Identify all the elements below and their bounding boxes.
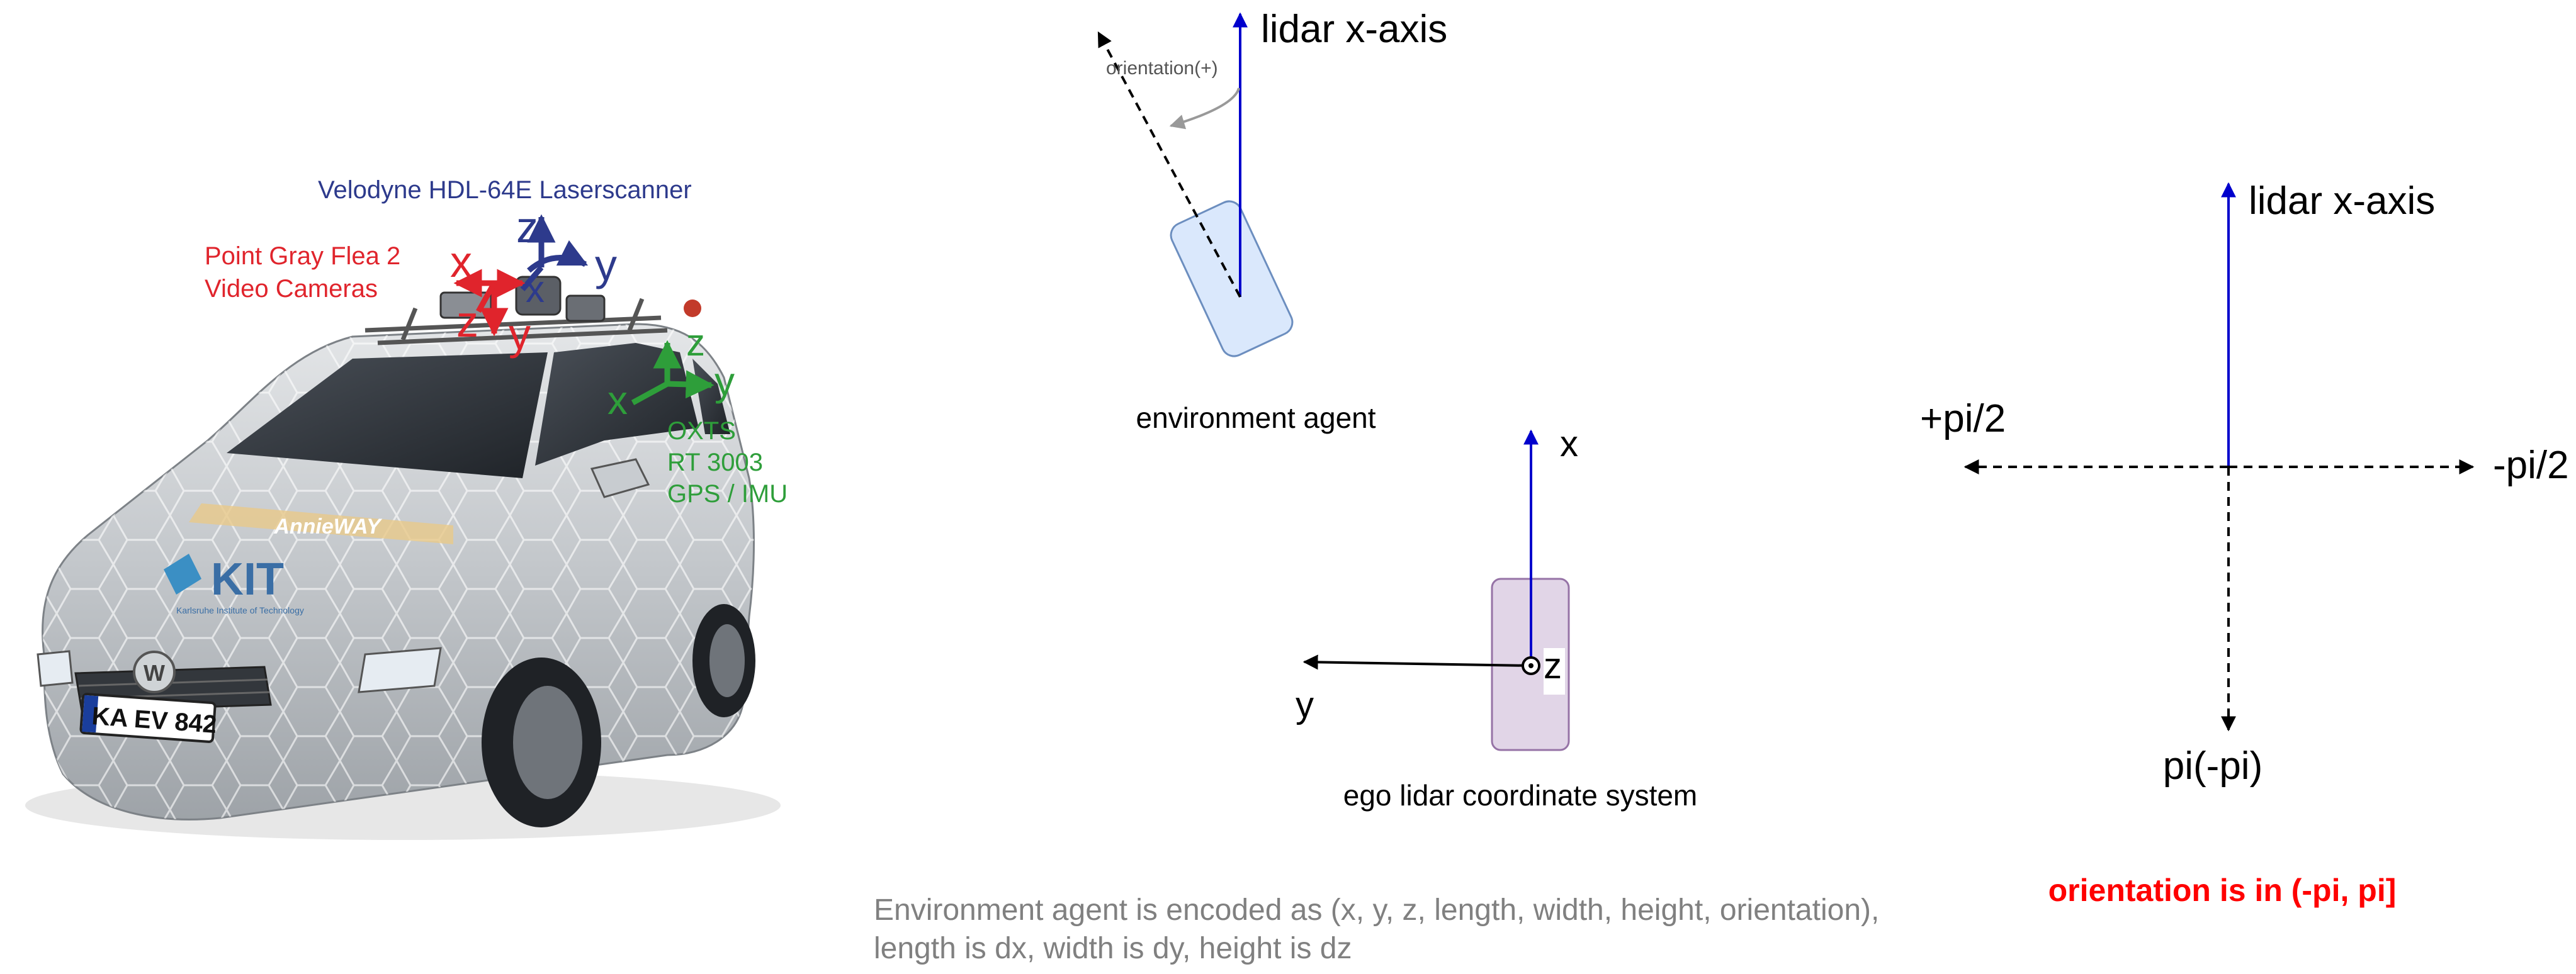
svg-text:KIT: KIT (211, 554, 284, 605)
camera-axis-z: z (456, 297, 478, 346)
camera-axis-y: y (509, 310, 531, 359)
lidar-axis-x: x (526, 268, 545, 310)
kit-logo: KIT Karlsruhe Institute of Technology (164, 554, 304, 615)
gps-axis-y: y (715, 359, 735, 404)
svg-text:Karlsruhe Institute of Technol: Karlsruhe Institute of Technology (176, 605, 304, 615)
gps-label-line3: GPS / IMU (667, 480, 788, 508)
gps-axis-z: z (686, 322, 705, 364)
pi-minus-pi-label: pi(-pi) (2163, 744, 2262, 788)
footnote: Environment agent is encoded as (x, y, z… (874, 893, 1879, 965)
camera-label-line1: Point Gray Flea 2 (205, 242, 400, 270)
ego-z-axis-label: z (1544, 646, 1562, 686)
orientation-panel: lidar x-axis +pi/2 -pi/2 pi(-pi) orienta… (1920, 179, 2569, 908)
footnote-line1: Environment agent is encoded as (x, y, z… (874, 893, 1879, 927)
plus-pi-half-label: +pi/2 (1920, 397, 2006, 440)
lidar-sensor-label: Velodyne HDL-64E Laserscanner (318, 176, 692, 204)
agent-lidar-x-axis-label: lidar x-axis (1261, 8, 1447, 51)
agent-panel: lidar x-axis orientation(+) environment … (1097, 8, 1447, 434)
ego-panel: x y z ego lidar coordinate system (1296, 423, 1697, 812)
lidar-axis-y: y (595, 240, 617, 289)
camera-axis-x: x (450, 237, 472, 286)
gps-axis-x: x (607, 378, 628, 423)
car-brand-text: AnnieWAY (273, 515, 383, 539)
gps-label-line1: OXTS (667, 417, 736, 445)
ego-lidar-caption: ego lidar coordinate system (1343, 779, 1698, 812)
diagram-canvas: AnnieWAY KIT Karlsruhe Institute of Tech… (25, 8, 2569, 965)
svg-text:W: W (144, 660, 165, 686)
orientation-plus-label: orientation(+) (1106, 58, 1218, 79)
camera-label-line2: Video Cameras (205, 275, 378, 303)
car-panel: AnnieWAY KIT Karlsruhe Institute of Tech… (25, 176, 788, 840)
headlight (358, 647, 442, 693)
lidar-axis-z: z (516, 203, 538, 252)
ego-x-axis-label: x (1560, 423, 1578, 464)
license-plate: KA EV 842 (79, 693, 218, 743)
front-wheel (482, 658, 601, 827)
footnote-line2: length is dx, width is dy, height is dz (874, 932, 1352, 965)
ego-y-axis-label: y (1296, 685, 1314, 725)
environment-agent-label: environment agent (1136, 401, 1376, 434)
range-lidar-x-axis-label: lidar x-axis (2249, 179, 2435, 223)
rear-wheel (692, 604, 755, 717)
orientation-range-note: orientation is in (-pi, pi] (2048, 873, 2397, 908)
gps-label-line2: RT 3003 (667, 449, 763, 476)
orientation-arc (1169, 87, 1240, 130)
minus-pi-half-label: -pi/2 (2493, 444, 2569, 487)
